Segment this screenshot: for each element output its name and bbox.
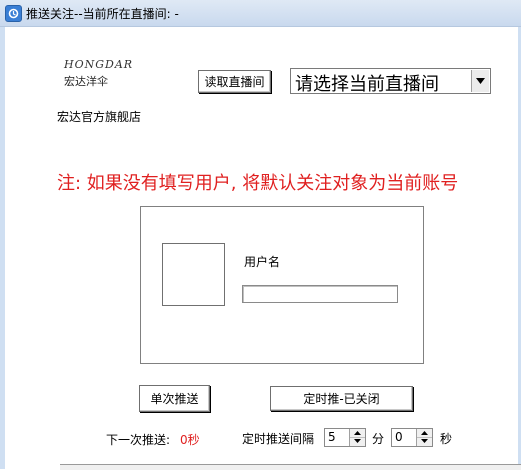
seconds-stepper[interactable]: 0: [391, 428, 433, 447]
username-label: 用户名: [244, 255, 281, 269]
single-push-button[interactable]: 单次推送: [139, 385, 210, 412]
next-push-value: 0秒: [180, 433, 200, 447]
minutes-down-icon[interactable]: [350, 437, 365, 445]
app-icon: [5, 5, 22, 22]
logo-top-text: HONGDAR: [64, 58, 134, 71]
username-input[interactable]: [242, 285, 398, 303]
seconds-down-icon[interactable]: [417, 437, 432, 445]
next-push-label: 下一次推送:: [106, 433, 171, 447]
minutes-stepper[interactable]: 5: [324, 428, 366, 447]
seconds-spin-buttons: [416, 429, 432, 446]
notice-text: 注: 如果没有填写用户, 将默认关注对象为当前账号: [57, 173, 459, 194]
brand-logo: HONGDAR 宏达洋伞: [60, 58, 134, 92]
store-name: 宏达官方旗舰店: [57, 110, 142, 124]
logo-bottom-text: 宏达洋伞: [64, 75, 108, 88]
bottom-divider: [60, 464, 521, 470]
window-title: 推送关注--当前所在直播间: -: [26, 7, 179, 21]
avatar: [162, 243, 225, 306]
interval-label: 定时推送间隔: [242, 432, 315, 446]
chevron-down-icon[interactable]: [471, 70, 489, 92]
title-bar: 推送关注--当前所在直播间: -: [0, 0, 521, 27]
room-select[interactable]: 请选择当前直播间: [290, 68, 491, 95]
minutes-unit: 分: [372, 432, 385, 446]
minutes-spin-buttons: [349, 429, 365, 446]
timed-push-button[interactable]: 定时推-已关闭: [270, 386, 413, 411]
seconds-value: 0: [395, 430, 403, 444]
read-room-button[interactable]: 读取直播间: [198, 70, 271, 93]
window-frame-left: [0, 27, 5, 469]
seconds-unit: 秒: [440, 432, 453, 446]
minutes-value: 5: [328, 430, 336, 444]
room-select-value: 请选择当前直播间: [295, 74, 439, 95]
